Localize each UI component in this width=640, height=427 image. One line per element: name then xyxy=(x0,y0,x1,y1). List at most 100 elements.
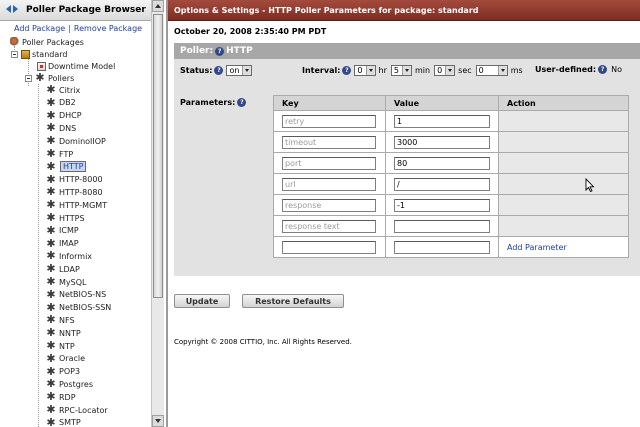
parameter-value-input[interactable] xyxy=(394,198,490,212)
parameter-value-input[interactable] xyxy=(394,240,490,254)
settings-pane: Options & Settings - HTTP Poller Paramet… xyxy=(166,0,640,427)
poller-item[interactable]: ✱ SMTP xyxy=(46,417,80,427)
remove-package-link[interactable]: Remove Package xyxy=(74,24,142,33)
poller-item-label: DominoIIOP xyxy=(59,136,106,146)
poller-item[interactable]: ✱ IMAP xyxy=(46,238,78,250)
poller-item[interactable]: ✱ MySQL xyxy=(46,276,86,288)
gear-icon: ✱ xyxy=(46,262,56,276)
poller-item[interactable]: ✱ NetBIOS-SSN xyxy=(46,302,111,314)
parameter-value-input[interactable] xyxy=(394,114,490,128)
help-icon[interactable]: ? xyxy=(342,66,352,75)
poller-item[interactable]: ✱ HTTPS xyxy=(46,212,84,224)
settings-titlebar: Options & Settings - HTTP Poller Paramet… xyxy=(168,0,640,21)
poller-item-label: DNS xyxy=(59,123,77,133)
scroll-thumb[interactable] xyxy=(153,14,163,298)
help-icon[interactable]: ? xyxy=(598,65,608,74)
poller-item[interactable]: ✱ NFS xyxy=(46,313,74,327)
poller-item-label: NetBIOS-SSN xyxy=(59,303,112,313)
mouse-cursor-icon xyxy=(585,178,595,192)
poller-item-label: Informix xyxy=(59,251,93,261)
column-header-key: Key xyxy=(273,95,386,111)
tree-root-poller-packages[interactable]: Poller Packages xyxy=(10,36,84,48)
poller-item[interactable]: ✱ NTP xyxy=(46,339,74,352)
parameter-key-input[interactable] xyxy=(282,219,376,233)
poller-item[interactable]: ✱ Citrix xyxy=(46,84,80,96)
interval-row: Interval: ? 0 hr 5 min 0 sec 0 ms xyxy=(302,65,526,76)
poller-item[interactable]: ✱ Informix xyxy=(46,250,92,262)
poller-item[interactable]: ✱ RDP xyxy=(46,391,76,403)
parameter-key-input[interactable] xyxy=(282,240,376,254)
tree-package-standard[interactable]: standard xyxy=(11,48,67,60)
parameter-value-input[interactable] xyxy=(394,177,490,191)
poller-item[interactable]: ✱ RPC-Locator xyxy=(46,403,107,416)
parameter-key-input[interactable] xyxy=(282,177,376,191)
collapse-toggle-icon[interactable] xyxy=(25,74,32,82)
parameter-row xyxy=(273,152,629,174)
update-button[interactable]: Update xyxy=(174,294,230,308)
poller-item-label: FTP xyxy=(59,149,74,159)
collapse-arrows-icon[interactable] xyxy=(4,4,26,16)
poller-item-label: Oracle xyxy=(59,354,86,364)
scroll-up-button[interactable] xyxy=(152,0,164,12)
help-icon[interactable]: ? xyxy=(214,66,224,75)
parameter-value-input[interactable] xyxy=(394,156,490,170)
parameter-value-cell xyxy=(385,173,499,195)
parameter-key-cell xyxy=(273,215,386,237)
gear-icon: ✱ xyxy=(46,403,56,416)
poller-item-label: DB2 xyxy=(59,98,76,108)
parameter-key-input[interactable] xyxy=(282,198,376,212)
poller-item[interactable]: ✱ DB2 xyxy=(46,97,76,109)
poller-item-label: NNTP xyxy=(59,328,81,338)
poller-item[interactable]: ✱ HTTP-8000 xyxy=(46,174,102,186)
parameter-value-cell xyxy=(385,194,499,216)
chevron-down-icon xyxy=(365,66,375,75)
gear-icon: ✱ xyxy=(46,313,56,327)
add-package-link[interactable]: Add Package xyxy=(14,24,65,33)
tree-downtime-model[interactable]: Downtime Model xyxy=(37,60,115,72)
poller-item[interactable]: ✱ Oracle xyxy=(46,353,85,365)
poller-item[interactable]: ✱ DominoIIOP xyxy=(46,135,106,147)
package-icon xyxy=(21,49,30,59)
scroll-down-button[interactable] xyxy=(152,415,164,427)
add-parameter-link[interactable]: Add Parameter xyxy=(498,236,629,258)
tree-scrollbar[interactable] xyxy=(151,0,164,427)
status-select[interactable]: on xyxy=(226,65,253,76)
help-icon[interactable]: ? xyxy=(237,98,247,107)
interval-min-select[interactable]: 5 xyxy=(390,65,412,76)
poller-item-label: RDP xyxy=(59,392,76,402)
parameter-value-input[interactable] xyxy=(394,219,490,233)
poller-item[interactable]: ✱ ICMP xyxy=(46,225,78,237)
parameter-key-input[interactable] xyxy=(282,114,376,128)
interval-hr-select[interactable]: 0 xyxy=(354,65,376,76)
poller-item[interactable]: ✱ POP3 xyxy=(46,366,80,378)
parameter-key-cell xyxy=(273,152,386,174)
parameters-label-row: Parameters: ? xyxy=(180,98,248,107)
gear-icon: ✱ xyxy=(46,121,56,135)
ms-unit: ms xyxy=(510,66,523,75)
poller-item[interactable]: ✱ LDAP xyxy=(46,262,79,276)
poller-item[interactable]: ✱ HTTP xyxy=(46,161,87,173)
poller-item[interactable]: ✱ HTTP-8080 xyxy=(46,186,102,198)
parameter-key-input[interactable] xyxy=(282,135,376,149)
poller-item-label: HTTP-MGMT xyxy=(59,200,108,210)
interval-sec-select[interactable]: 0 xyxy=(434,65,456,76)
help-icon[interactable]: ? xyxy=(215,46,225,56)
parameter-row xyxy=(273,173,629,195)
poller-item[interactable]: ✱ DNS xyxy=(46,122,76,134)
parameter-row xyxy=(273,215,629,237)
gear-icon: ✱ xyxy=(46,339,56,352)
parameter-value-cell xyxy=(385,110,499,132)
poller-item[interactable]: ✱ HTTP-MGMT xyxy=(46,199,107,211)
interval-ms-select[interactable]: 0 xyxy=(475,65,508,76)
poller-item[interactable]: ✱ Postgres xyxy=(46,378,93,390)
poller-item[interactable]: ✱ NetBIOS-NS xyxy=(46,289,106,301)
poller-item[interactable]: ✱ FTP xyxy=(46,148,73,160)
restore-defaults-button[interactable]: Restore Defaults xyxy=(242,294,344,308)
collapse-toggle-icon[interactable] xyxy=(11,50,18,58)
poller-item[interactable]: ✱ NNTP xyxy=(46,327,81,339)
parameter-key-input[interactable] xyxy=(282,156,376,170)
parameter-action-cell xyxy=(498,173,629,195)
parameter-value-input[interactable] xyxy=(394,135,490,149)
poller-item[interactable]: ✱ DHCP xyxy=(46,110,81,122)
poller-item-label: Citrix xyxy=(59,85,81,95)
